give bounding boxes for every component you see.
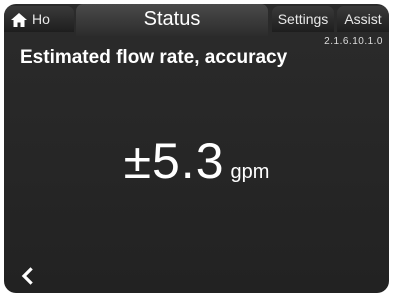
menu-version-number: 2.1.6.10.1.0: [324, 36, 383, 47]
tab-settings[interactable]: Settings: [272, 6, 334, 32]
status-screen: Ho Status Settings Assist 2.1.6.10.1.0 E…: [4, 4, 389, 293]
tab-status[interactable]: Status: [76, 4, 268, 36]
home-icon: [11, 13, 27, 27]
chevron-left-icon[interactable]: [20, 267, 34, 285]
tab-assist[interactable]: Assist: [337, 6, 389, 32]
reading-value: ±5.3: [123, 133, 225, 189]
tab-bar: Ho Status Settings Assist: [4, 4, 389, 36]
tab-home[interactable]: Ho: [4, 6, 74, 32]
tab-settings-label: Settings: [277, 11, 329, 27]
page-title: Estimated flow rate, accuracy: [20, 47, 288, 68]
reading-unit: gpm: [230, 161, 270, 183]
reading-display: ±5.3 gpm: [4, 132, 389, 190]
tab-home-label: Ho: [32, 11, 50, 27]
tab-assist-label: Assist: [344, 11, 382, 27]
tab-status-label: Status: [143, 8, 201, 30]
